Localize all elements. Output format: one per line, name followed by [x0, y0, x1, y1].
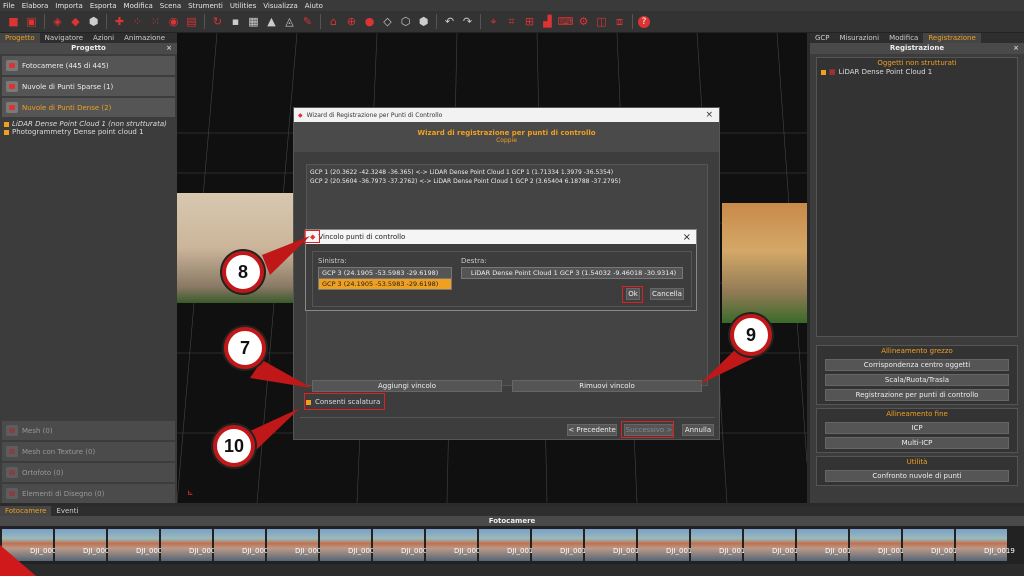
camera-thumbnail[interactable]: DJI_0019 — [956, 529, 1015, 561]
status-bar — [0, 564, 1024, 576]
callout-7: 7 — [224, 327, 266, 369]
camera-thumbnail[interactable]: DJI_0014 — [691, 529, 750, 561]
camera-thumbnail[interactable]: DJI_0013 — [638, 529, 697, 561]
cameras-strip-title: Fotocamere — [0, 516, 1024, 526]
bottom-tabs: Fotocamere Eventi — [0, 506, 1024, 516]
camera-thumbnail[interactable]: DJI_0007 — [320, 529, 379, 561]
camera-thumbnail[interactable]: DJI_0012 — [585, 529, 644, 561]
camera-thumbnail[interactable]: DJI_0005 — [214, 529, 273, 561]
tab-fotocamere[interactable]: Fotocamere — [0, 506, 52, 516]
callout-9: 9 — [730, 314, 772, 356]
camera-thumbnail[interactable]: DJI_0003 — [108, 529, 167, 561]
camera-thumbnail[interactable]: DJI_0015 — [744, 529, 803, 561]
camera-thumbnail[interactable]: DJI_0017 — [850, 529, 909, 561]
camera-thumbnail[interactable]: DJI_0016 — [797, 529, 856, 561]
tab-eventi[interactable]: Eventi — [51, 506, 83, 516]
thumb-label: DJI_0019 — [984, 547, 1015, 555]
callout-pointers — [248, 236, 760, 452]
camera-thumbnail[interactable]: DJI_0002 — [55, 529, 114, 561]
camera-thumbnail[interactable]: DJI_0011 — [532, 529, 591, 561]
camera-thumbnail[interactable]: DJI_0009 — [426, 529, 485, 561]
camera-thumbnail[interactable]: DJI_0008 — [373, 529, 432, 561]
camera-thumbnail[interactable]: DJI_0010 — [479, 529, 538, 561]
callout-10: 10 — [213, 425, 255, 467]
camera-thumbnail[interactable]: DJI_0018 — [903, 529, 962, 561]
callout-8: 8 — [222, 251, 264, 293]
camera-filmstrip[interactable]: DJI_0001 DJI_0002 DJI_0003 DJI_0004 DJI_… — [0, 526, 1024, 564]
camera-thumbnail[interactable]: DJI_0004 — [161, 529, 220, 561]
camera-thumbnail[interactable]: DJI_0006 — [267, 529, 326, 561]
